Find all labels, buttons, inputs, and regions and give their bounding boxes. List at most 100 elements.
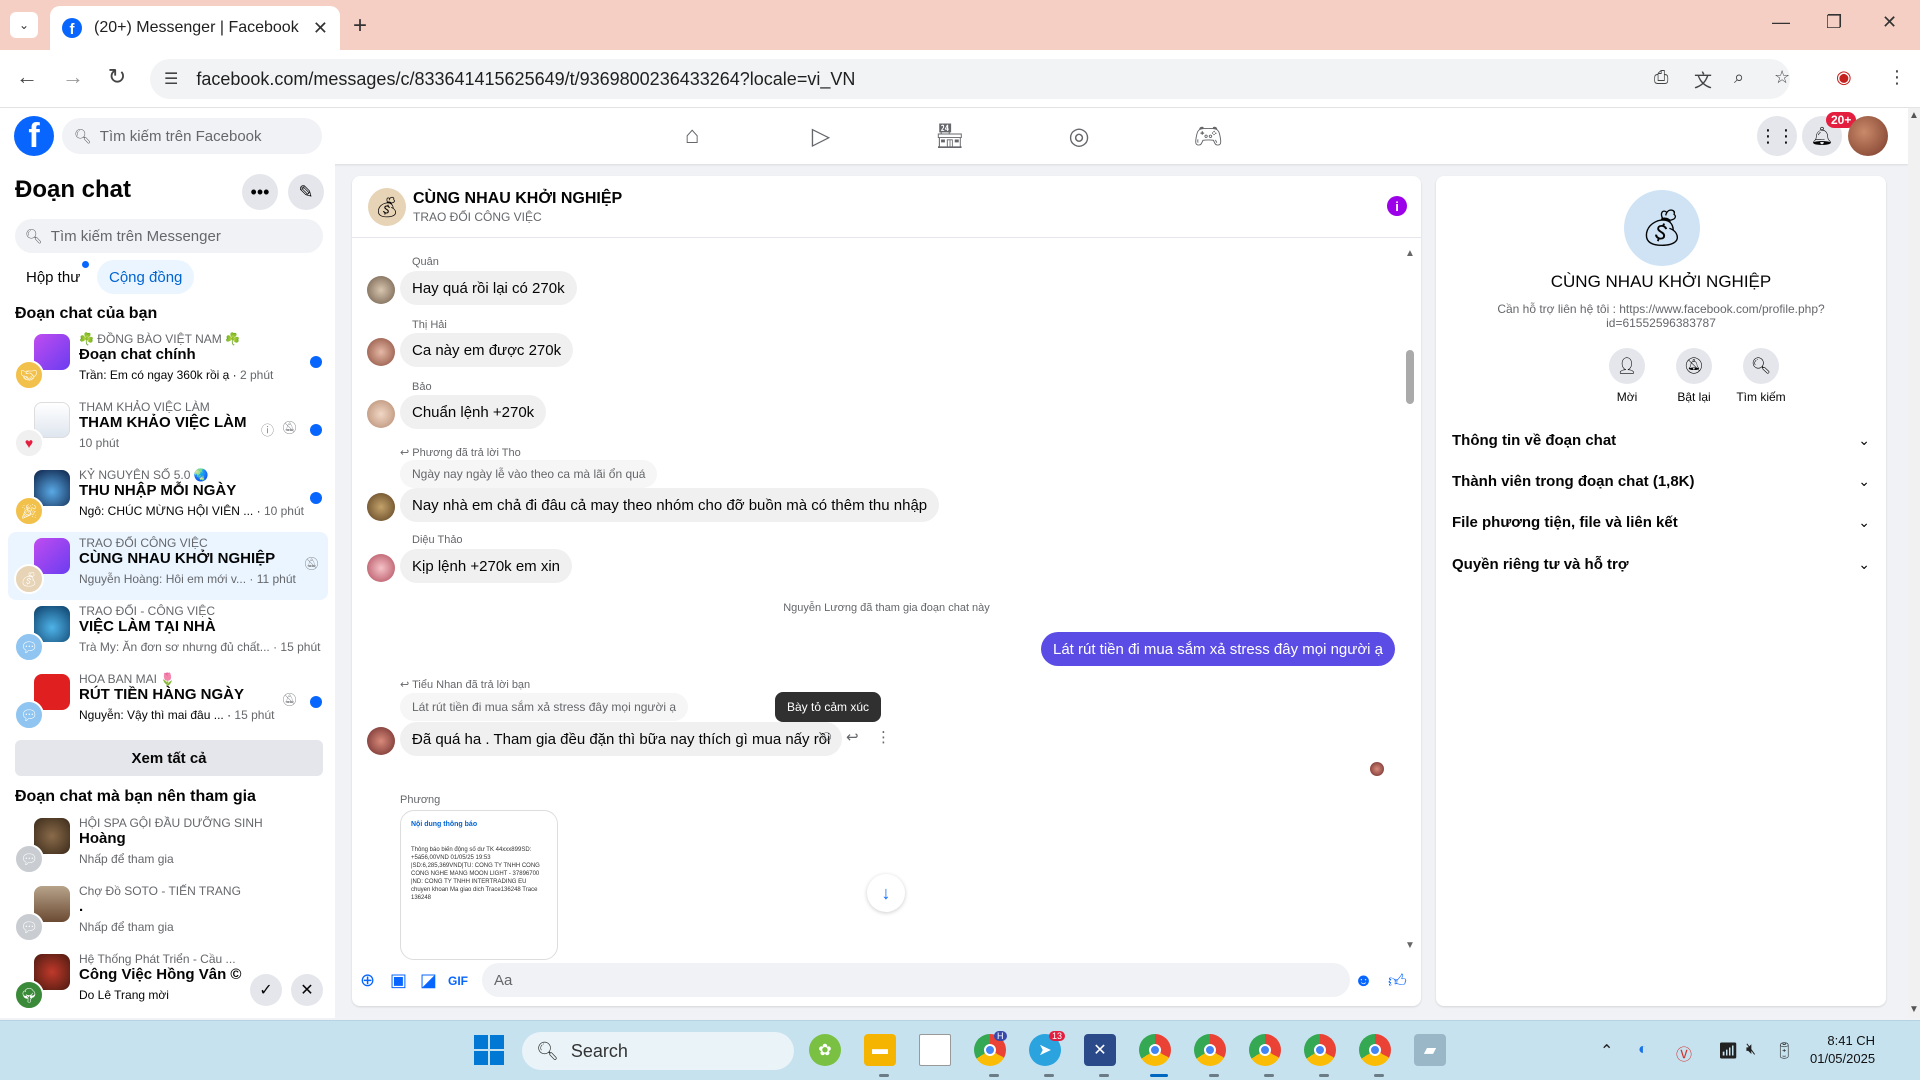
tab-search-dropdown-icon[interactable]: ⌄ bbox=[10, 12, 38, 38]
taskbar-search[interactable]: 🔍︎ Search bbox=[522, 1032, 794, 1070]
emoji-icon[interactable]: ☻ bbox=[1354, 970, 1373, 991]
tab-communities[interactable]: Cộng đồng bbox=[97, 260, 195, 294]
thumbs-up-icon[interactable]: 👍︎ bbox=[1388, 970, 1407, 992]
quoted-message[interactable]: Ngày nay ngày lễ vào theo ca mà lãi ổn q… bbox=[400, 460, 658, 488]
notepad-icon[interactable] bbox=[919, 1034, 951, 1066]
scroll-down-arrow-icon[interactable]: ▼ bbox=[1405, 940, 1415, 951]
tab-inbox[interactable]: Hộp thư bbox=[14, 260, 92, 294]
file-explorer-icon[interactable]: ▬ bbox=[864, 1034, 896, 1066]
chrome-icon[interactable] bbox=[1194, 1034, 1226, 1066]
page-scrollbar[interactable]: ▲ ▼ bbox=[1908, 108, 1920, 1018]
chat-list-item[interactable]: 💬︎ TRAO ĐỔI - CÔNG VIỆC VIỆC LÀM TẠI NHÀ… bbox=[8, 600, 328, 668]
chat-list-item[interactable]: ♥ THAM KHẢO VIỆC LÀM THAM KHẢO VIỆC LÀM … bbox=[8, 396, 328, 464]
new-message-icon[interactable]: ✎ bbox=[288, 174, 324, 210]
message-input[interactable]: Aa bbox=[482, 963, 1350, 997]
reply-icon[interactable]: ↩︎ bbox=[846, 728, 859, 746]
volume-muted-icon[interactable]: 🔇︎ bbox=[1746, 1041, 1756, 1059]
info-icon[interactable]: i bbox=[1387, 196, 1407, 216]
tray-v-icon[interactable]: Ⓥ bbox=[1676, 1041, 1692, 1065]
decline-close-icon[interactable]: ✕ bbox=[291, 974, 323, 1006]
chrome-icon[interactable] bbox=[1359, 1034, 1391, 1066]
messenger-search-input[interactable]: 🔍︎ Tìm kiếm trên Messenger bbox=[15, 219, 323, 253]
unmute-button[interactable]: 🔕︎ Bật lại bbox=[1659, 348, 1729, 404]
gaming-icon[interactable]: 🎮︎ bbox=[1188, 122, 1228, 151]
accept-check-icon[interactable]: ✓ bbox=[250, 974, 282, 1006]
tray-app-icon[interactable]: ◐ bbox=[1638, 1041, 1648, 1059]
facebook-search-input[interactable]: 🔍︎ Tìm kiếm trên Facebook bbox=[62, 118, 322, 154]
show-hidden-icons-chevron-icon[interactable]: ⌃ bbox=[1600, 1041, 1613, 1061]
add-more-icon[interactable]: ⊕ bbox=[360, 970, 375, 991]
chrome-icon[interactable] bbox=[1304, 1034, 1336, 1066]
browser-menu-icon[interactable]: ⋮ bbox=[1888, 67, 1906, 88]
conversation-scrollbar[interactable]: ▲ ▼ bbox=[1405, 248, 1415, 951]
suggested-chat-item[interactable]: 🌳︎ Hệ Thống Phát Triển - Cầu ... Công Vi… bbox=[8, 948, 328, 1012]
sender-avatar[interactable] bbox=[367, 400, 395, 428]
scroll-down-arrow-icon[interactable]: ▼ bbox=[1909, 1004, 1919, 1015]
copilot-icon[interactable]: ✿ bbox=[809, 1034, 841, 1066]
tab-close-icon[interactable]: ✕ bbox=[313, 18, 328, 39]
app-icon[interactable]: ▰ bbox=[1414, 1034, 1446, 1066]
chat-info-section[interactable]: Thông tin về đoạn chat ⌄ bbox=[1452, 420, 1870, 460]
attach-image-icon[interactable]: ▣ bbox=[390, 970, 407, 991]
scrollbar-thumb[interactable] bbox=[1406, 350, 1414, 404]
sticker-icon[interactable]: ◪ bbox=[420, 970, 437, 991]
message-bubble[interactable]: Ca này em được 270k bbox=[400, 333, 574, 367]
chrome-icon[interactable] bbox=[1249, 1034, 1281, 1066]
quoted-message[interactable]: Lát rút tiền đi mua sắm xả stress đây mọ… bbox=[400, 693, 689, 721]
sender-avatar[interactable] bbox=[367, 493, 395, 521]
conversation-title[interactable]: CÙNG NHAU KHỞI NGHIỆP bbox=[413, 190, 622, 208]
battery-icon[interactable]: 🔋︎ bbox=[1774, 1041, 1794, 1061]
message-bubble[interactable]: Hay quá rồi lại có 270k bbox=[400, 271, 577, 305]
chat-list-item[interactable]: 🤝︎ ☘️ ĐỒNG BÀO VIỆT NAM ☘️ Đoạn chat chí… bbox=[8, 328, 328, 396]
more-options-icon[interactable]: ••• bbox=[242, 174, 278, 210]
search-in-chat-button[interactable]: 🔍︎ Tìm kiếm bbox=[1726, 348, 1796, 404]
see-all-button[interactable]: Xem tất cả bbox=[15, 740, 323, 776]
translate-icon[interactable]: 文 bbox=[1694, 67, 1712, 93]
clock[interactable]: 8:41 CH 01/05/2025 bbox=[1810, 1032, 1875, 1068]
sender-avatar[interactable] bbox=[367, 338, 395, 366]
chat-list-item-active[interactable]: 💰︎ TRAO ĐỔI CÔNG VIỆC CÙNG NHAU KHỞI NGH… bbox=[8, 532, 328, 600]
address-bar[interactable]: ☰ facebook.com/messages/c/83364141562564… bbox=[150, 59, 1790, 99]
more-actions-icon[interactable]: ⋮ bbox=[876, 728, 891, 746]
forward-icon[interactable]: → bbox=[58, 64, 88, 90]
sender-avatar[interactable] bbox=[367, 727, 395, 755]
image-attachment[interactable]: Nội dung thông báo Thông báo biến động s… bbox=[400, 810, 558, 960]
scroll-to-bottom-button[interactable]: ↓ bbox=[867, 874, 905, 912]
browser-tab-messenger[interactable]: f (20+) Messenger | Facebook ✕ bbox=[50, 6, 340, 50]
message-bubble[interactable]: Nay nhà em chả đi đâu cả may theo nhóm c… bbox=[400, 488, 940, 522]
windows-start-icon[interactable] bbox=[474, 1035, 504, 1065]
marketplace-icon[interactable]: 🏪︎ bbox=[930, 122, 970, 151]
bookmark-star-icon[interactable]: ☆ bbox=[1774, 67, 1790, 88]
zoom-icon[interactable]: ⌕ bbox=[1734, 67, 1744, 88]
members-section[interactable]: Thành viên trong đoạn chat (1,8K) ⌄ bbox=[1452, 461, 1870, 501]
close-window-icon[interactable]: ✕ bbox=[1882, 12, 1897, 33]
scroll-up-arrow-icon[interactable]: ▲ bbox=[1405, 248, 1415, 259]
invite-button[interactable]: 👤︎ Mời bbox=[1592, 348, 1662, 404]
reload-icon[interactable]: ↻ bbox=[102, 64, 132, 90]
home-icon[interactable]: ⌂ bbox=[672, 122, 712, 150]
video-icon[interactable]: ▷ bbox=[801, 122, 841, 151]
restore-icon[interactable]: ❐ bbox=[1826, 12, 1842, 33]
chat-list-item[interactable]: 🎉︎ KỶ NGUYÊN SỐ 5.0 🌏 THU NHẬP MỖI NGÀY … bbox=[8, 464, 328, 532]
message-bubble[interactable]: Chuẩn lệnh +270k bbox=[400, 395, 547, 429]
minimize-icon[interactable]: — bbox=[1772, 12, 1790, 33]
sender-avatar[interactable] bbox=[367, 276, 395, 304]
scroll-up-arrow-icon[interactable]: ▲ bbox=[1909, 110, 1919, 121]
message-bubble[interactable]: Đã quá ha . Tham gia đều đặn thì bữa nay… bbox=[400, 722, 843, 756]
chat-list-item[interactable]: 💬︎ HOA BAN MAI 🌷 RÚT TIỀN HÀNG NGÀY Nguy… bbox=[8, 668, 328, 736]
menu-grid-icon[interactable]: ⋮⋮ bbox=[1757, 116, 1797, 156]
profile-icon[interactable]: ◉ bbox=[1836, 67, 1852, 88]
vpn-app-icon[interactable]: ✕ bbox=[1084, 1034, 1116, 1066]
suggested-chat-item[interactable]: 💬︎ Chợ Đồ SOTO - TIẾN TRANG . Nhấp để th… bbox=[8, 880, 328, 948]
gif-icon[interactable]: GIF bbox=[448, 974, 468, 988]
new-tab-button[interactable]: + bbox=[353, 12, 367, 40]
site-info-icon[interactable]: ☰ bbox=[164, 69, 178, 89]
outgoing-message-bubble[interactable]: Lát rút tiền đi mua sắm xả stress đây mọ… bbox=[1040, 632, 1395, 666]
profile-avatar[interactable] bbox=[1848, 116, 1888, 156]
chrome-icon[interactable] bbox=[1139, 1034, 1171, 1066]
suggested-chat-item[interactable]: 💬︎ HỘI SPA GỘI ĐẦU DƯỠNG SINH Hoàng Nhấp… bbox=[8, 812, 328, 880]
install-app-icon[interactable]: ⎙ bbox=[1654, 67, 1668, 88]
media-section[interactable]: File phương tiện, file và liên kết ⌄ bbox=[1452, 502, 1870, 542]
wifi-icon[interactable]: 📶︎ bbox=[1718, 1041, 1738, 1061]
group-avatar[interactable]: 💰︎ bbox=[368, 188, 406, 226]
